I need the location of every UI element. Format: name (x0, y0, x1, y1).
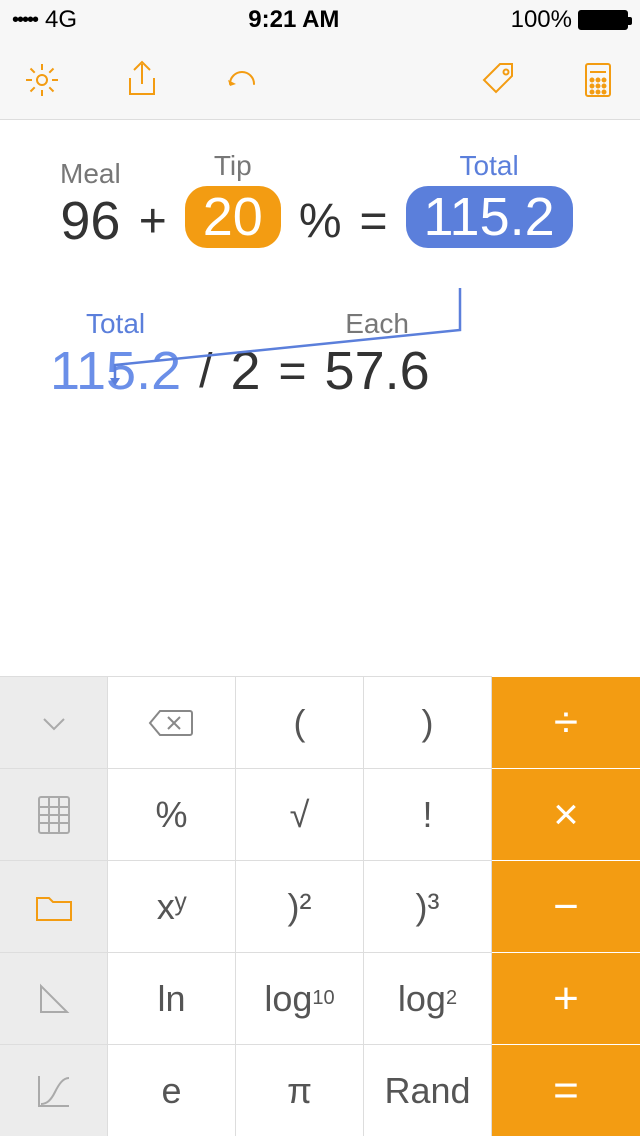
lparen-key[interactable]: ( (236, 676, 364, 768)
keypad: ( ) ÷ % √ ! × xʸ )² )³ − ln log10 log2 +… (0, 676, 640, 1136)
pi-key[interactable]: π (236, 1044, 364, 1136)
battery-icon (578, 10, 628, 30)
square-key[interactable]: )² (236, 860, 364, 952)
sqrt-key[interactable]: √ (236, 768, 364, 860)
status-bar: ••••• 4G 9:21 AM 100% (0, 0, 640, 40)
signal-dots: ••••• (12, 9, 37, 32)
power-key[interactable]: xʸ (108, 860, 236, 952)
tip-label: Tip (214, 150, 252, 182)
plus-op: + (139, 198, 167, 248)
triangle-key[interactable] (0, 952, 108, 1044)
factorial-key[interactable]: ! (364, 768, 492, 860)
meal-label: Meal (60, 158, 121, 190)
percent-key[interactable]: % (108, 768, 236, 860)
plus-key[interactable]: + (492, 952, 640, 1044)
expression-2[interactable]: Total 115.2 / 2 = Each 57.6 (50, 308, 600, 398)
share-icon[interactable] (120, 58, 164, 102)
percent-op: % (299, 198, 342, 248)
rparen-key[interactable]: ) (364, 676, 492, 768)
equals-op-2: = (279, 348, 307, 398)
total-value-2[interactable]: 115.2 (50, 344, 181, 398)
tag-icon[interactable] (476, 58, 520, 102)
split-value[interactable]: 2 (230, 344, 260, 398)
log2-key[interactable]: log2 (364, 952, 492, 1044)
divide-key[interactable]: ÷ (492, 676, 640, 768)
toolbar (0, 40, 640, 120)
total-value-1[interactable]: 115.2 (406, 186, 573, 248)
minus-key[interactable]: − (492, 860, 640, 952)
expression-1[interactable]: Meal 96 + Tip 20 % = Total 115.2 (60, 150, 600, 248)
each-value[interactable]: 57.6 (325, 344, 430, 398)
rand-key[interactable]: Rand (364, 1044, 492, 1136)
calculator-icon[interactable] (576, 58, 620, 102)
multiply-key[interactable]: × (492, 768, 640, 860)
each-label: Each (345, 308, 409, 340)
carrier-label: 4G (45, 6, 77, 34)
undo-icon[interactable] (220, 58, 264, 102)
cube-key[interactable]: )³ (364, 860, 492, 952)
graph-key[interactable] (0, 1044, 108, 1136)
battery-percent: 100% (511, 6, 572, 34)
backspace-key[interactable] (108, 676, 236, 768)
meal-value[interactable]: 96 (60, 194, 120, 248)
total-label-1: Total (460, 150, 519, 182)
clock: 9:21 AM (77, 6, 511, 34)
equals-op: = (360, 198, 388, 248)
tip-value[interactable]: 20 (185, 186, 281, 248)
settings-icon[interactable] (20, 58, 64, 102)
e-key[interactable]: e (108, 1044, 236, 1136)
collapse-key[interactable] (0, 676, 108, 768)
grid-key[interactable] (0, 768, 108, 860)
equals-key[interactable]: = (492, 1044, 640, 1136)
divide-op: / (199, 348, 212, 398)
total-label-2: Total (86, 308, 145, 340)
folder-key[interactable] (0, 860, 108, 952)
ln-key[interactable]: ln (108, 952, 236, 1044)
log10-key[interactable]: log10 (236, 952, 364, 1044)
calculation-canvas[interactable]: Meal 96 + Tip 20 % = Total 115.2 Total 1… (0, 120, 640, 676)
